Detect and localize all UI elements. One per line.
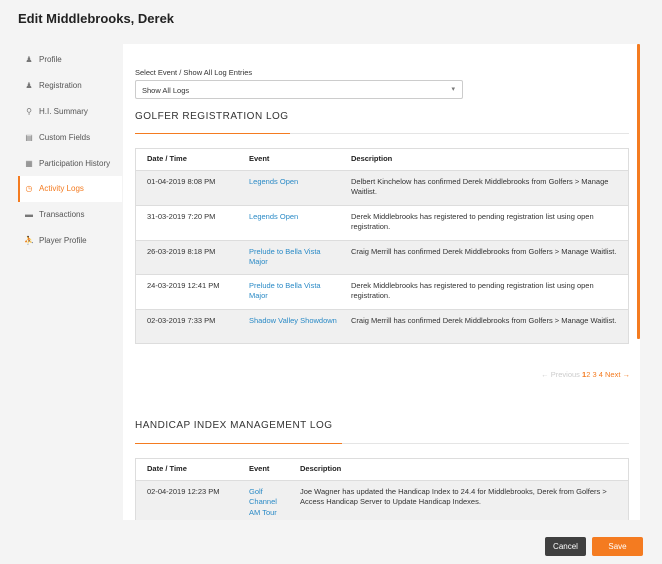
- sidebar-item-label: H.I. Summary: [39, 106, 88, 116]
- section-divider: [135, 443, 629, 444]
- sidebar-item-label: Registration: [39, 81, 82, 91]
- location-pin-icon: ⚲: [26, 106, 32, 116]
- handicap-log-title: HANDICAP INDEX MANAGEMENT LOG: [135, 420, 333, 431]
- log-date: 24-03-2019 12:41 PM: [135, 274, 237, 310]
- event-link[interactable]: Golf Channel AM Tour: [249, 487, 277, 517]
- sidebar-item-participation-history[interactable]: ▦ Participation History: [18, 150, 122, 176]
- page-title: Edit Middlebrooks, Derek: [18, 11, 175, 26]
- registration-log-title: GOLFER REGISTRATION LOG: [135, 111, 289, 122]
- pagination: ← Previous 12 3 4 Next →: [541, 370, 630, 379]
- column-header-date: Date / Time: [135, 458, 237, 481]
- sidebar-item-label: Player Profile: [39, 235, 87, 245]
- column-header-event: Event: [237, 458, 288, 481]
- sidebar-item-custom-fields[interactable]: ▤ Custom Fields: [18, 124, 122, 150]
- event-link[interactable]: Legends Open: [249, 212, 298, 221]
- sidebar-item-label: Activity Logs: [39, 184, 84, 194]
- chevron-down-icon: ▾: [451, 86, 455, 93]
- sidebar-item-label: Custom Fields: [39, 132, 91, 142]
- sidebar-item-label: Transactions: [39, 210, 85, 220]
- table-row: 01-04-2019 8:08 PM Legends Open Delbert …: [135, 170, 629, 206]
- document-icon: ▤: [25, 132, 33, 142]
- sidebar-item-player-profile[interactable]: ⛹ Player Profile: [18, 228, 122, 254]
- log-date: 02-03-2019 7:33 PM: [135, 309, 237, 344]
- pagination-page[interactable]: 3: [592, 370, 596, 379]
- scrollbar-thumb[interactable]: [637, 44, 640, 339]
- log-date: 31-03-2019 7:20 PM: [135, 205, 237, 241]
- person-icon: ♟: [25, 81, 33, 91]
- pagination-page[interactable]: 4: [599, 370, 603, 379]
- log-description: Derek Middlebrooks has registered to pen…: [339, 205, 629, 241]
- sidebar-item-label: Profile: [39, 55, 62, 65]
- sidebar-nav: ♟ Profile ♟ Registration ⚲ H.I. Summary …: [18, 47, 122, 253]
- event-filter-select[interactable]: Show All Logs ▾: [135, 80, 463, 99]
- person-icon: ♟: [25, 55, 33, 65]
- scrollbar[interactable]: [637, 44, 640, 520]
- activity-log-panel: Select Event / Show All Log Entries Show…: [123, 44, 640, 520]
- table-row: 26-03-2019 8:18 PM Prelude to Bella Vist…: [135, 240, 629, 275]
- sidebar-item-profile[interactable]: ♟ Profile: [18, 47, 122, 73]
- pagination-previous[interactable]: ← Previous: [541, 370, 580, 379]
- registration-log-table: Date / Time Event Description 01-04-2019…: [135, 148, 629, 344]
- filter-label: Select Event / Show All Log Entries: [135, 68, 253, 77]
- table-header-row: Date / Time Event Description: [135, 148, 629, 171]
- cancel-button[interactable]: Cancel: [545, 537, 586, 556]
- log-date: 26-03-2019 8:18 PM: [135, 240, 237, 275]
- column-header-date: Date / Time: [135, 148, 237, 171]
- log-description: Delbert Kinchelow has confirmed Derek Mi…: [339, 170, 629, 206]
- column-header-event: Event: [237, 148, 339, 171]
- sidebar-item-hi-summary[interactable]: ⚲ H.I. Summary: [18, 99, 122, 125]
- sidebar-item-registration[interactable]: ♟ Registration: [18, 73, 122, 99]
- table-row: 31-03-2019 7:20 PM Legends Open Derek Mi…: [135, 205, 629, 241]
- log-date: 02-04-2019 12:23 PM: [135, 480, 237, 520]
- event-link[interactable]: Prelude to Bella Vista Major: [249, 281, 321, 301]
- event-link[interactable]: Legends Open: [249, 177, 298, 186]
- calendar-icon: ▦: [25, 158, 33, 168]
- log-description: Joe Wagner has updated the Handicap Inde…: [288, 480, 629, 520]
- log-description: Craig Merrill has confirmed Derek Middle…: [339, 240, 629, 275]
- table-header-row: Date / Time Event Description: [135, 458, 629, 481]
- log-description: Derek Middlebrooks has registered to pen…: [339, 274, 629, 310]
- pagination-page[interactable]: 2: [586, 370, 590, 379]
- event-link[interactable]: Prelude to Bella Vista Major: [249, 247, 321, 267]
- log-date: 01-04-2019 8:08 PM: [135, 170, 237, 206]
- event-link[interactable]: Shadow Valley Showdown: [249, 316, 337, 325]
- table-row: 02-04-2019 12:23 PM Golf Channel AM Tour…: [135, 480, 629, 520]
- sidebar-item-activity-logs[interactable]: ◷ Activity Logs: [18, 175, 122, 202]
- sidebar-item-transactions[interactable]: ▬ Transactions: [18, 202, 122, 228]
- section-divider: [135, 133, 629, 134]
- golfer-icon: ⛹: [24, 235, 34, 245]
- pagination-next[interactable]: Next →: [605, 370, 630, 379]
- credit-card-icon: ▬: [25, 210, 33, 220]
- log-description: Craig Merrill has confirmed Derek Middle…: [339, 309, 629, 344]
- save-button[interactable]: Save: [592, 537, 643, 556]
- column-header-description: Description: [339, 148, 629, 171]
- column-header-description: Description: [288, 458, 629, 481]
- table-row: 02-03-2019 7:33 PM Shadow Valley Showdow…: [135, 309, 629, 344]
- event-filter-value: Show All Logs: [142, 86, 190, 95]
- clock-icon: ◷: [25, 184, 33, 194]
- sidebar-item-label: Participation History: [39, 158, 111, 168]
- handicap-log-table: Date / Time Event Description 02-04-2019…: [135, 458, 629, 520]
- table-row: 24-03-2019 12:41 PM Prelude to Bella Vis…: [135, 274, 629, 310]
